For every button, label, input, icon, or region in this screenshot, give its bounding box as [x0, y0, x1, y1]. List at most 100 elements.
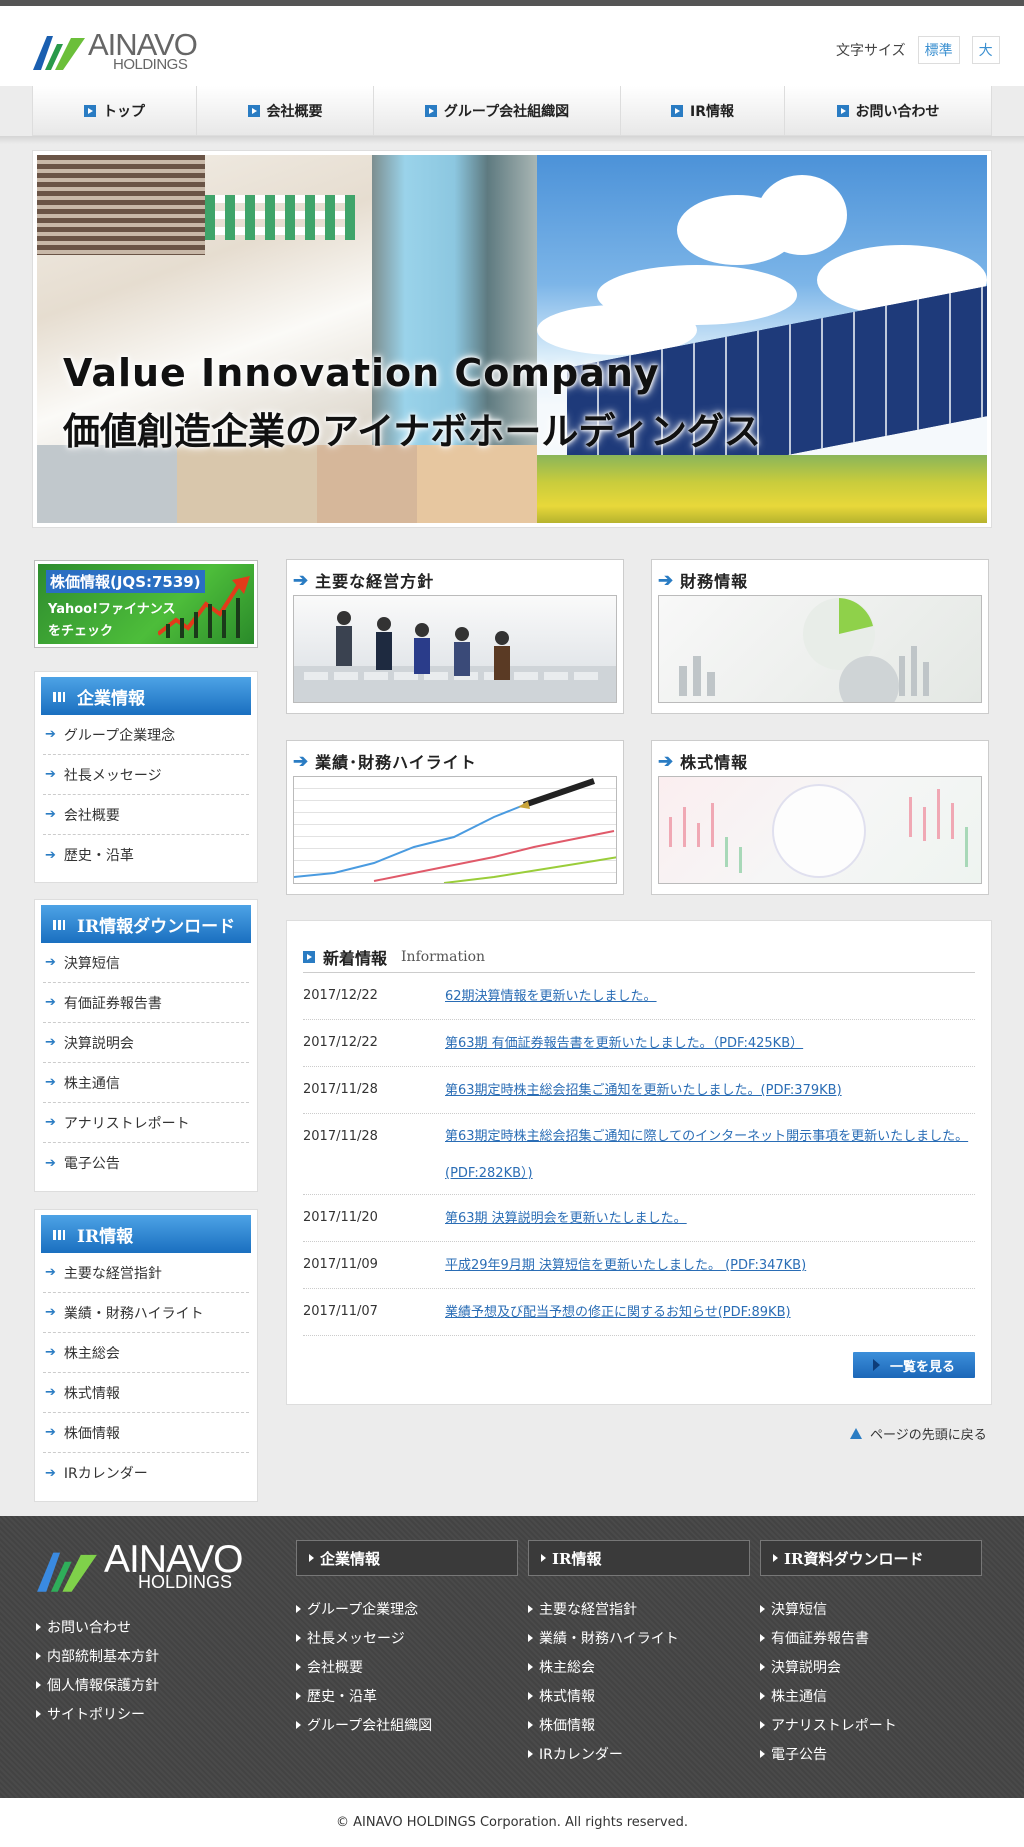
triangle-right-icon	[296, 1604, 301, 1613]
arrow-right-icon: ➔	[45, 1425, 56, 1440]
news-link[interactable]: 62期決算情報を更新いたしました。	[445, 988, 657, 1006]
footer-col-item[interactable]: 有価証券報告書	[760, 1623, 982, 1652]
triangle-right-icon	[528, 1633, 533, 1642]
sidebar-item-securities-report[interactable]: ➔ 有価証券報告書	[43, 983, 249, 1023]
arrow-right-icon: ➔	[45, 1075, 56, 1090]
footer-col-item[interactable]: 社長メッセージ	[296, 1623, 518, 1652]
hero-banner: Value Innovation Company 価値創造企業のアイナボホールデ…	[32, 150, 992, 528]
news-link[interactable]: 業績予想及び配当予想の修正に関するお知らせ(PDF:89KB)	[445, 1304, 791, 1322]
triangle-right-icon	[760, 1633, 765, 1642]
news-link[interactable]: 第63期 有価証券報告書を更新いたしました。（PDF:425KB）	[445, 1035, 803, 1053]
news-link[interactable]: 第63期 決算説明会を更新いたしました。	[445, 1210, 687, 1228]
card-financial-info[interactable]: ➔ 財務情報	[651, 559, 989, 714]
news-row: 2017/12/22 第63期 有価証券報告書を更新いたしました。（PDF:425…	[303, 1020, 975, 1067]
triangle-right-icon	[760, 1720, 765, 1729]
triangle-right-icon	[528, 1749, 533, 1758]
hero-tagline-en: Value Innovation Company	[63, 351, 660, 395]
card-image	[293, 595, 617, 703]
arrow-right-icon: ➔	[45, 955, 56, 970]
site-logo[interactable]: AINAVO HOLDINGS	[33, 28, 233, 74]
sidebar-heading: IR情報ダウンロード	[41, 905, 251, 943]
sidebar-item-ir-calendar[interactable]: ➔ IRカレンダー	[43, 1453, 249, 1493]
nav-item-group-chart[interactable]: グループ会社組織図	[374, 86, 621, 135]
stock-line2: Yahoo!ファイナンス	[48, 602, 176, 617]
footer-logo-subtext: HOLDINGS	[138, 1572, 233, 1592]
triangle-right-icon	[541, 1554, 546, 1562]
triangle-right-icon	[760, 1749, 765, 1758]
arrow-right-icon: ➔	[293, 750, 310, 772]
sidebar-item-history[interactable]: ➔ 歴史・沿革	[43, 835, 249, 875]
news-link[interactable]: 平成29年9月期 決算短信を更新いたしました。 (PDF:347KB)	[445, 1257, 806, 1275]
sidebar-item-highlights[interactable]: ➔ 業績・財務ハイライト	[43, 1293, 249, 1333]
sidebar-item-message[interactable]: ➔ 社長メッセージ	[43, 755, 249, 795]
play-square-icon	[424, 104, 437, 117]
footer-col-item[interactable]: 決算短信	[760, 1594, 982, 1623]
footer-col-ir-download: IR資料ダウンロード 決算短信 有価証券報告書 決算説明会 株主通信 アナリスト…	[760, 1540, 982, 1768]
nav-item-company[interactable]: 会社概要	[197, 86, 374, 135]
sidebar-item-tanshin[interactable]: ➔ 決算短信	[43, 943, 249, 983]
sidebar-item-stock-info[interactable]: ➔ 株式情報	[43, 1373, 249, 1413]
footer-col-item[interactable]: 業績・財務ハイライト	[528, 1623, 750, 1652]
font-size-large-button[interactable]: 大	[971, 36, 1000, 64]
footer-col-heading: IR情報	[528, 1540, 750, 1576]
global-nav: トップ 会社概要 グループ会社組織図 IR情報 お問い合わせ	[32, 86, 992, 136]
footer-col-item[interactable]: 主要な経営指針	[528, 1594, 750, 1623]
footer-link-internal-control[interactable]: 内部統制基本方針	[36, 1641, 159, 1670]
sidebar-item-overview[interactable]: ➔ 会社概要	[43, 795, 249, 835]
news-date: 2017/11/09	[303, 1257, 378, 1272]
triangle-right-icon	[296, 1691, 301, 1700]
footer-col-item[interactable]: 決算説明会	[760, 1652, 982, 1681]
copyright: © AINAVO HOLDINGS Corporation. All right…	[0, 1798, 1024, 1847]
footer-link-privacy[interactable]: 個人情報保護方針	[36, 1670, 159, 1699]
grid-icon	[53, 692, 65, 702]
nav-item-contact[interactable]: お問い合わせ	[785, 86, 991, 135]
footer-logo[interactable]: AINAVO HOLDINGS	[34, 1540, 274, 1592]
back-to-top-link[interactable]: ページの先頭に戻る	[850, 1424, 987, 1443]
news-section: 新着情報 Information 2017/12/22 62期決算情報を更新いたしま…	[286, 920, 992, 1405]
sidebar-item-newsletter[interactable]: ➔ 株主通信	[43, 1063, 249, 1103]
triangle-right-icon	[528, 1604, 533, 1613]
footer-col-item[interactable]: 電子公告	[760, 1739, 982, 1768]
footer-col-item[interactable]: 株主総会	[528, 1652, 750, 1681]
footer-col-item[interactable]: 会社概要	[296, 1652, 518, 1681]
news-date: 2017/12/22	[303, 988, 378, 1003]
sidebar-item-agm[interactable]: ➔ 株主総会	[43, 1333, 249, 1373]
footer-link-site-policy[interactable]: サイトポリシー	[36, 1699, 159, 1728]
sidebar-item-analyst[interactable]: ➔ アナリストレポート	[43, 1103, 249, 1143]
footer-col-item[interactable]: グループ会社組織図	[296, 1710, 518, 1739]
sidebar-item-policy[interactable]: ➔ 主要な経営指針	[43, 1253, 249, 1293]
sidebar-item-e-notice[interactable]: ➔ 電子公告	[43, 1143, 249, 1183]
footer-col-item[interactable]: 株式情報	[528, 1681, 750, 1710]
footer-col-item[interactable]: グループ企業理念	[296, 1594, 518, 1623]
footer-col-item[interactable]: 株主通信	[760, 1681, 982, 1710]
card-management-policy[interactable]: ➔ 主要な経営方針	[286, 559, 624, 714]
nav-item-ir[interactable]: IR情報	[621, 86, 785, 135]
news-date: 2017/11/28	[303, 1082, 378, 1097]
triangle-right-icon	[296, 1633, 301, 1642]
arrow-right-icon: ➔	[45, 767, 56, 782]
play-square-icon	[247, 104, 260, 117]
footer-col-item[interactable]: 株価情報	[528, 1710, 750, 1739]
sidebar-item-briefing[interactable]: ➔ 決算説明会	[43, 1023, 249, 1063]
news-link[interactable]: 第63期定時株主総会招集ご通知を更新いたしました。(PDF:379KB)	[445, 1082, 842, 1100]
arrow-right-icon: ➔	[658, 569, 675, 591]
arrow-right-icon: ➔	[45, 1385, 56, 1400]
news-link[interactable]: 第63期定時株主総会招集ご通知に際してのインターネット開示事項を更新いたしました…	[445, 1118, 975, 1192]
news-heading: 新着情報 Information	[303, 941, 975, 973]
footer-link-contact[interactable]: お問い合わせ	[36, 1612, 159, 1641]
triangle-right-icon	[528, 1662, 533, 1671]
play-square-icon	[671, 104, 683, 117]
sidebar-item-philosophy[interactable]: ➔ グループ企業理念	[43, 715, 249, 755]
news-row: 2017/11/28 第63期定時株主総会招集ご通知を更新いたしました。(PDF:…	[303, 1067, 975, 1114]
footer-col-item[interactable]: 歴史・沿革	[296, 1681, 518, 1710]
footer-col-heading: IR資料ダウンロード	[760, 1540, 982, 1576]
footer-col-item[interactable]: IRカレンダー	[528, 1739, 750, 1768]
sidebar-item-stock-price[interactable]: ➔ 株価情報	[43, 1413, 249, 1453]
news-list-button[interactable]: 一覧を見る	[853, 1352, 975, 1378]
stock-price-banner[interactable]: 株価情報(JQS:7539) Yahoo!ファイナンス をチェック	[34, 560, 258, 648]
nav-item-top[interactable]: トップ	[33, 86, 197, 135]
card-stock-info[interactable]: ➔ 株式情報	[651, 740, 989, 895]
footer-col-item[interactable]: アナリストレポート	[760, 1710, 982, 1739]
font-size-normal-button[interactable]: 標準	[917, 36, 960, 64]
card-performance-highlights[interactable]: ➔ 業績･財務ハイライト	[286, 740, 624, 895]
